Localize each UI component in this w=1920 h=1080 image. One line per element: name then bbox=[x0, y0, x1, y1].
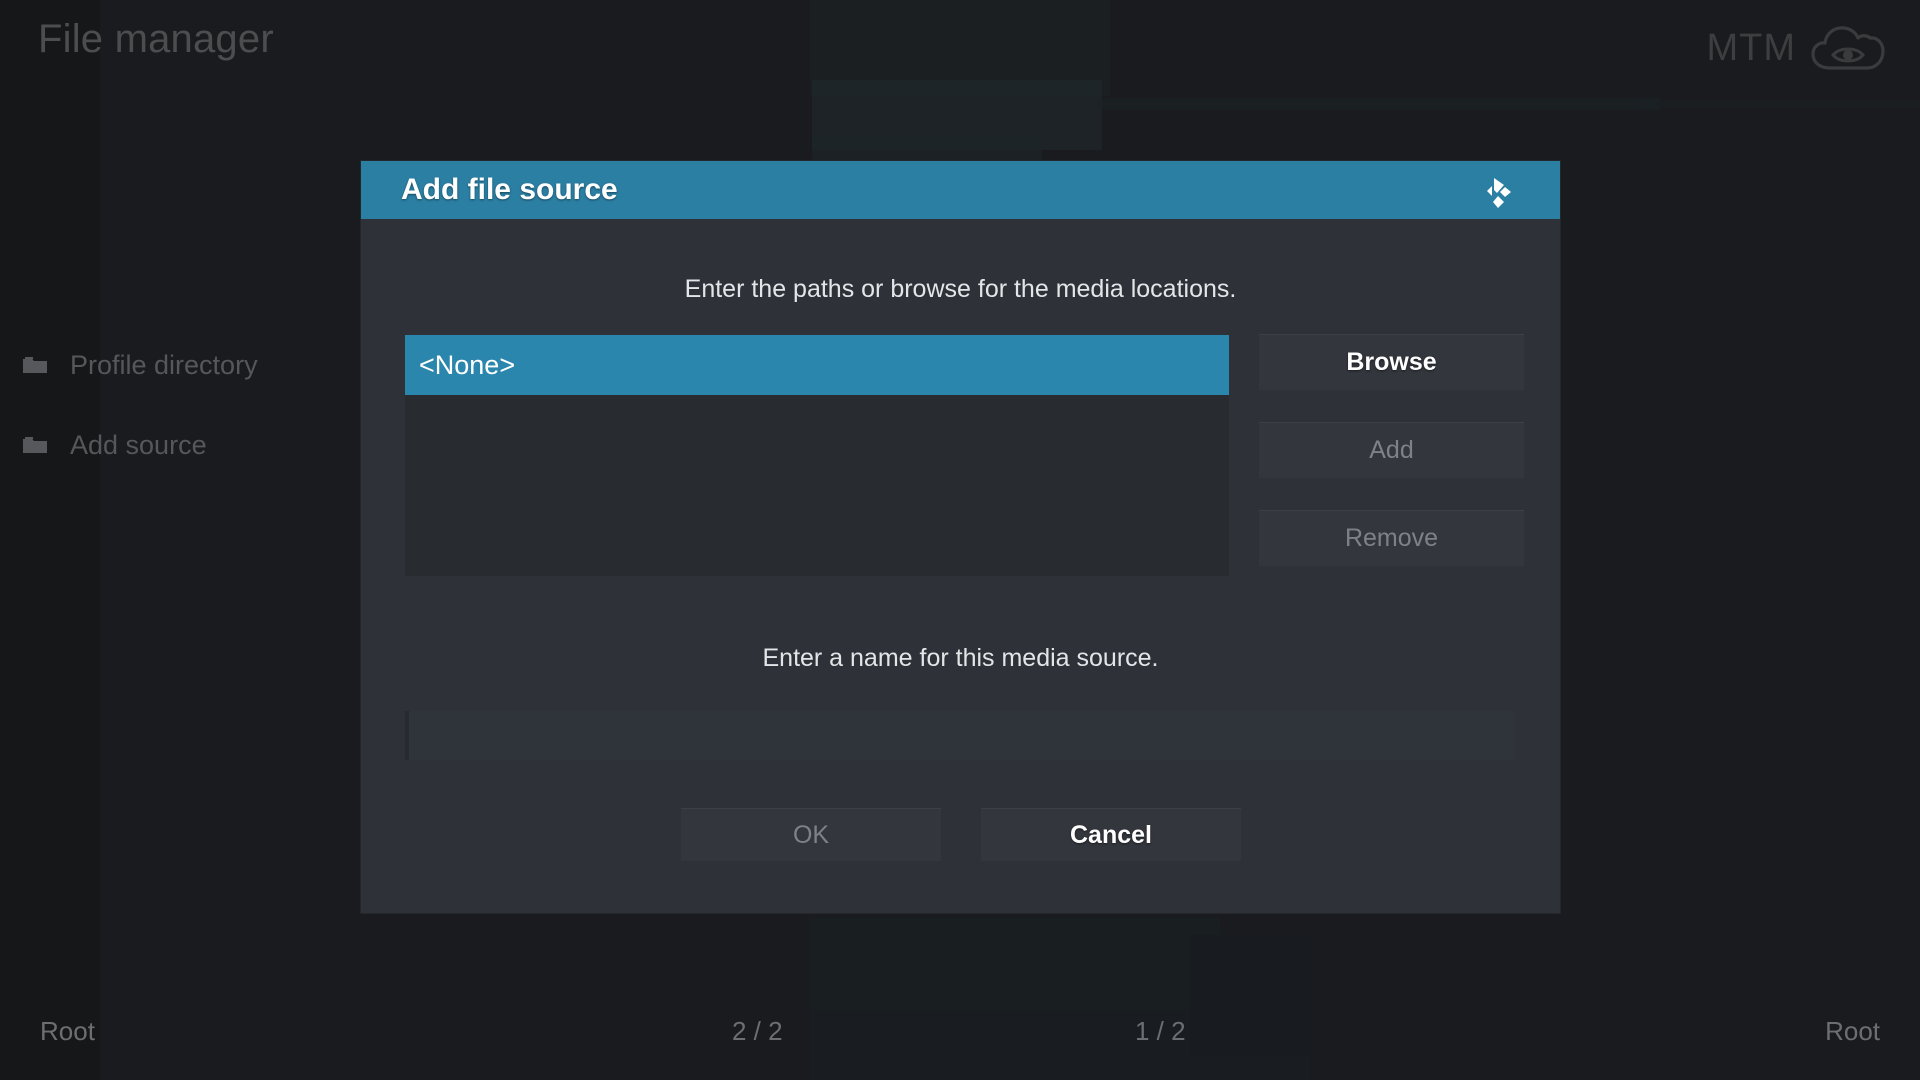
status-right-count: 1 / 2 bbox=[1135, 1016, 1186, 1046]
path-list[interactable]: <None> bbox=[405, 335, 1229, 576]
status-right-path: Root bbox=[1825, 1016, 1880, 1046]
app-root: File manager MTM Profile directory Add s… bbox=[0, 0, 1920, 1080]
brand-logo-group: MTM bbox=[1706, 22, 1886, 74]
dialog-body: Enter the paths or browse for the media … bbox=[361, 219, 1560, 913]
name-hint-label: Enter a name for this media source. bbox=[762, 644, 1159, 672]
sidebar-item-label: Add source bbox=[70, 429, 207, 460]
header: File manager MTM bbox=[0, 0, 1920, 100]
dialog-title: Add file source bbox=[401, 173, 618, 206]
background-panel bbox=[0, 0, 100, 1080]
path-list-item[interactable]: <None> bbox=[405, 335, 1229, 395]
status-left-path: Root bbox=[40, 1016, 95, 1046]
sidebar-item-add-source[interactable]: Add source bbox=[0, 405, 360, 485]
status-left-count: 2 / 2 bbox=[732, 1016, 783, 1046]
page-title: File manager bbox=[38, 17, 274, 61]
cloud-eye-icon bbox=[1811, 26, 1885, 70]
add-button[interactable]: Add bbox=[1259, 422, 1524, 478]
kodi-logo-icon bbox=[1487, 178, 1511, 208]
background-panel bbox=[812, 135, 1042, 163]
status-bar: Root 2 / 2 1 / 2 Root bbox=[0, 994, 1920, 1080]
ok-button[interactable]: OK bbox=[681, 808, 941, 861]
brand-text: MTM bbox=[1706, 26, 1796, 69]
sidebar-item-label: Profile directory bbox=[70, 349, 258, 380]
cancel-button[interactable]: Cancel bbox=[981, 808, 1241, 861]
paths-hint-label: Enter the paths or browse for the media … bbox=[684, 275, 1237, 303]
sidebar-item-profile-directory[interactable]: Profile directory bbox=[0, 325, 360, 405]
browse-button[interactable]: Browse bbox=[1259, 334, 1524, 390]
folder-icon bbox=[23, 357, 47, 373]
folder-icon bbox=[23, 437, 47, 453]
sidebar: Profile directory Add source bbox=[0, 325, 360, 485]
add-file-source-dialog: Add file source Enter the paths or brows… bbox=[361, 161, 1560, 913]
background-panel bbox=[1640, 100, 1920, 108]
media-source-name-input[interactable] bbox=[405, 711, 1515, 760]
remove-button[interactable]: Remove bbox=[1259, 510, 1524, 566]
dialog-titlebar: Add file source bbox=[361, 161, 1560, 219]
